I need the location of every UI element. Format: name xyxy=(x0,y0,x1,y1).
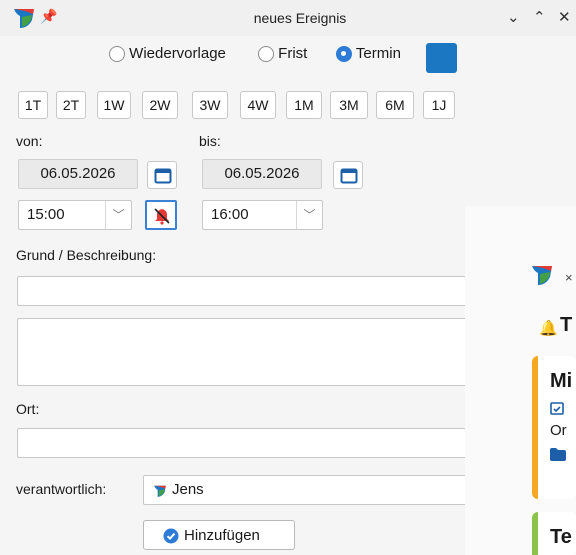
to-time-combo[interactable]: 16:00 ﹀ xyxy=(202,200,323,230)
check-circle-icon xyxy=(163,528,179,544)
to-date-field[interactable]: 06.05.2026 xyxy=(202,159,322,189)
user-logo-icon xyxy=(154,485,166,497)
responsible-select[interactable]: Jens xyxy=(143,475,477,505)
to-label: bis: xyxy=(199,133,221,149)
radio-label: Termin xyxy=(355,45,401,62)
responsible-value: Jens xyxy=(172,481,204,498)
description-textarea[interactable] xyxy=(17,318,477,386)
title-bar: 📌 neues Ereignis ⌄ ⌃ ✕ xyxy=(0,0,576,36)
responsible-label: verantwortlich: xyxy=(16,481,107,497)
window-title: neues Ereignis xyxy=(253,10,347,26)
quick-button-1j[interactable]: 1J xyxy=(423,91,455,119)
alarm-bell-icon: 🔔 xyxy=(539,320,558,337)
quick-button-1t[interactable]: 1T xyxy=(18,91,48,119)
radio-wiedervorlage[interactable]: Wiedervorlage xyxy=(109,45,226,63)
alarm-toggle-button[interactable] xyxy=(145,200,177,230)
from-date-field[interactable]: 06.05.2026 xyxy=(18,159,138,189)
card-accent xyxy=(532,512,538,555)
reminder-heading: T xyxy=(560,314,573,336)
quick-button-2w[interactable]: 2W xyxy=(142,91,178,119)
quick-button-4w[interactable]: 4W xyxy=(240,91,276,119)
reminder-window: × 🔔 T Mi Or Te xyxy=(465,206,576,555)
calendar-check-icon xyxy=(550,402,564,415)
to-calendar-button[interactable] xyxy=(333,161,363,189)
reminder-card[interactable]: Te xyxy=(532,512,576,555)
quick-button-3m[interactable]: 3M xyxy=(330,91,368,119)
quick-button-6m[interactable]: 6M xyxy=(376,91,414,119)
reminder-card[interactable]: Mi Or xyxy=(532,356,576,499)
card-title: Mi xyxy=(550,370,573,392)
radio-termin[interactable]: Termin xyxy=(336,45,401,63)
radio-label: Wiedervorlage xyxy=(129,45,226,62)
from-time-combo[interactable]: 15:00 ﹀ xyxy=(18,200,132,230)
chevron-down-icon[interactable]: ﹀ xyxy=(105,201,131,229)
radio-circle-icon[interactable] xyxy=(258,46,274,63)
from-calendar-button[interactable] xyxy=(147,161,177,189)
radio-frist[interactable]: Frist xyxy=(258,45,308,63)
quick-button-1m[interactable]: 1M xyxy=(286,91,322,119)
calendar-icon xyxy=(154,168,172,184)
folder-icon xyxy=(550,448,566,461)
radio-label: Frist xyxy=(278,45,308,62)
calendar-icon xyxy=(340,168,358,184)
reason-input[interactable] xyxy=(17,276,477,306)
add-button[interactable]: Hinzufügen xyxy=(143,520,295,550)
card-location-text: Or xyxy=(550,422,567,439)
maximize-button[interactable]: ⌃ xyxy=(533,8,546,26)
location-input[interactable] xyxy=(17,428,477,458)
quick-button-3w[interactable]: 3W xyxy=(192,91,228,119)
app-logo-icon xyxy=(532,266,552,285)
add-button-label: Hinzufügen xyxy=(184,527,260,544)
quick-button-1w[interactable]: 1W xyxy=(97,91,131,119)
reason-label: Grund / Beschreibung: xyxy=(16,247,157,263)
from-label: von: xyxy=(16,133,43,149)
from-time-value: 15:00 xyxy=(27,206,65,223)
radio-circle-icon[interactable] xyxy=(336,46,352,63)
card-accent xyxy=(532,356,538,499)
minimize-button[interactable]: ⌄ xyxy=(507,8,520,26)
to-time-value: 16:00 xyxy=(211,206,249,223)
pin-icon[interactable]: × xyxy=(565,270,573,285)
card-title: Te xyxy=(550,526,572,548)
pin-icon[interactable]: 📌 xyxy=(40,8,57,25)
close-button[interactable]: ✕ xyxy=(558,8,571,26)
radio-circle-icon[interactable] xyxy=(109,46,125,63)
bell-off-icon xyxy=(154,208,170,225)
chevron-down-icon[interactable]: ﹀ xyxy=(296,201,322,229)
location-label: Ort: xyxy=(16,401,40,417)
quick-button-2t[interactable]: 2T xyxy=(56,91,86,119)
color-picker-button[interactable] xyxy=(426,43,457,73)
app-logo-icon xyxy=(14,9,34,28)
